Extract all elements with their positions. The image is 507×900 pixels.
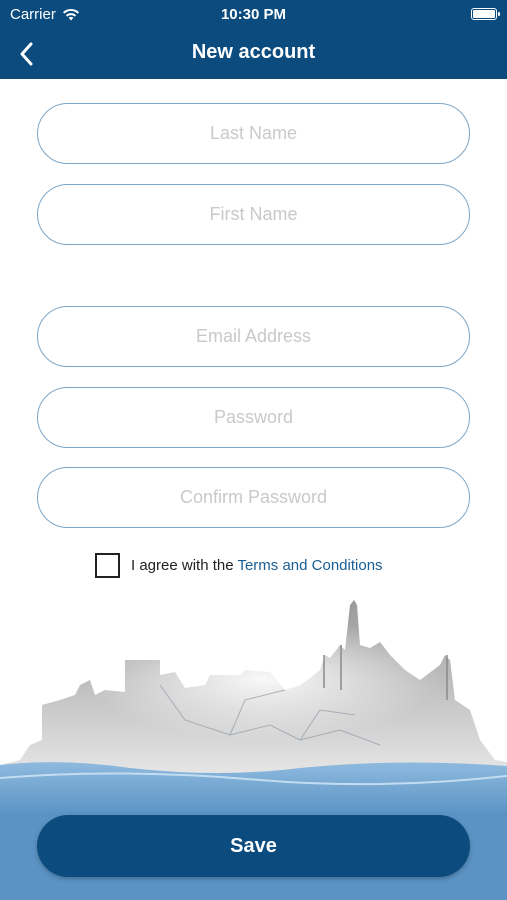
- terms-link[interactable]: Terms and Conditions: [237, 557, 382, 574]
- terms-agreement-text: I agree with the Terms and Conditions: [131, 557, 383, 574]
- confirm-password-field[interactable]: [37, 467, 470, 528]
- password-field[interactable]: [37, 387, 470, 448]
- first-name-field[interactable]: [37, 184, 470, 245]
- last-name-field[interactable]: [37, 103, 470, 164]
- terms-agreement-prefix: I agree with the: [131, 557, 238, 574]
- status-bar: Carrier 10:30 PM: [0, 0, 507, 28]
- battery-icon: [471, 8, 500, 20]
- nav-bar: New account: [0, 28, 507, 79]
- terms-checkbox[interactable]: [95, 553, 120, 578]
- email-field[interactable]: [37, 306, 470, 367]
- status-time: 10:30 PM: [220, 6, 287, 23]
- app-header: Carrier 10:30 PM New account: [0, 0, 507, 79]
- city-skyline-illustration: [0, 600, 507, 815]
- terms-agreement-row: I agree with the Terms and Conditions: [95, 553, 383, 578]
- save-footer: Save: [0, 812, 507, 900]
- save-button[interactable]: Save: [37, 815, 470, 877]
- page-title: New account: [191, 41, 316, 63]
